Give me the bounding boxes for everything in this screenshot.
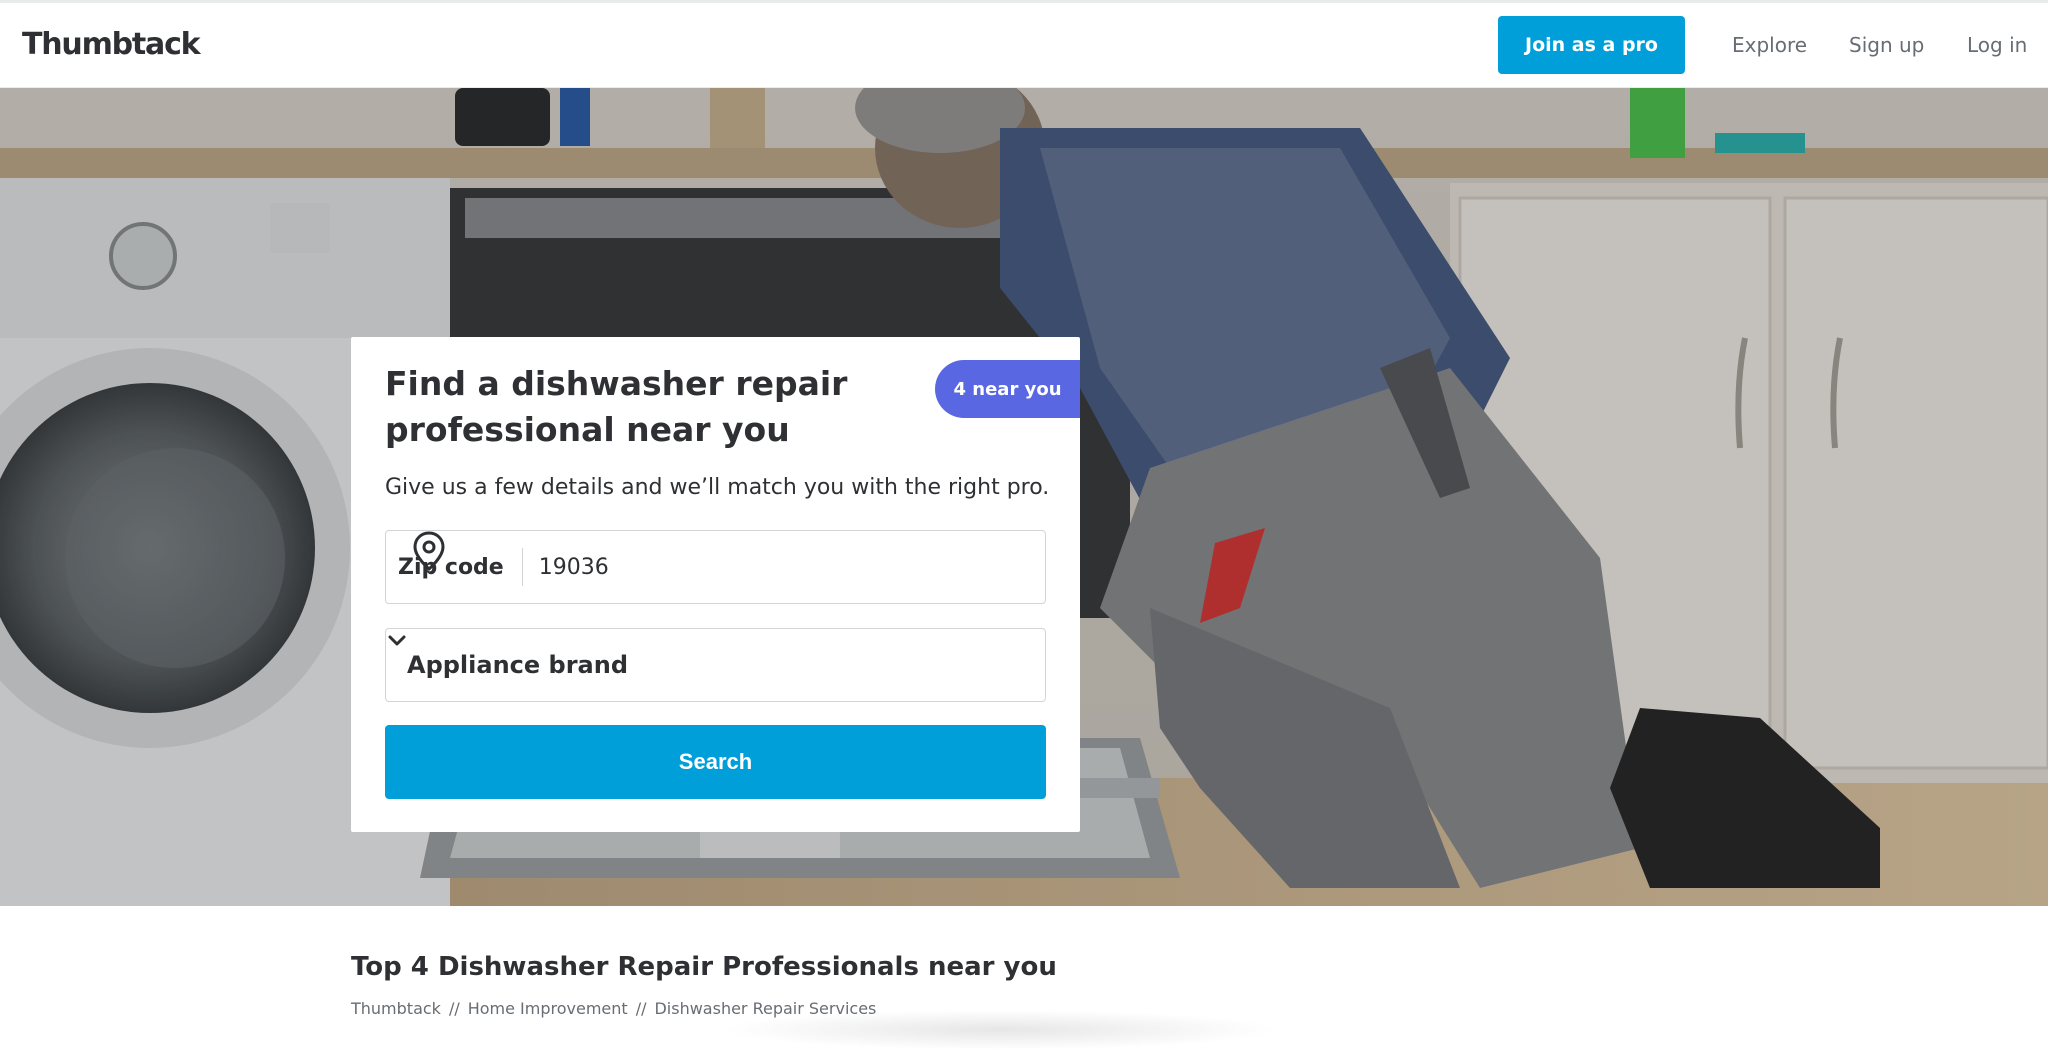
zip-code-input[interactable]: 19036 — [539, 555, 609, 580]
map-pin-icon — [413, 531, 445, 571]
site-header: Thumbtack Join as a pro Explore Sign up … — [0, 3, 2048, 88]
appliance-brand-select[interactable]: Appliance brand — [385, 628, 1046, 702]
nav-explore-link[interactable]: Explore — [1732, 33, 1807, 57]
hero-banner: Find a dishwasher repair professional ne… — [0, 88, 2048, 906]
zip-divider — [521, 548, 523, 586]
logo-text: Thumbtack — [22, 27, 201, 62]
card-title: Find a dishwasher repair professional ne… — [385, 364, 848, 449]
near-you-badge: 4 near you — [935, 360, 1080, 418]
appliance-brand-label: Appliance brand — [407, 651, 629, 679]
breadcrumb-thumbtack[interactable]: Thumbtack — [351, 999, 441, 1018]
card-subtitle: Give us a few details and we’ll match yo… — [385, 475, 1050, 500]
breadcrumb-separator: // — [635, 999, 647, 1018]
breadcrumb-dishwasher-repair[interactable]: Dishwasher Repair Services — [654, 999, 876, 1018]
nav-login-link[interactable]: Log in — [1967, 33, 2027, 57]
breadcrumb-separator: // — [448, 999, 460, 1018]
join-as-pro-button[interactable]: Join as a pro — [1498, 16, 1685, 74]
search-card: Find a dishwasher repair professional ne… — [351, 337, 1080, 832]
zip-code-field[interactable]: Zip code 19036 — [385, 530, 1046, 604]
breadcrumb-home-improvement[interactable]: Home Improvement — [468, 999, 628, 1018]
chevron-down-icon — [388, 635, 406, 646]
nav-signup-link[interactable]: Sign up — [1849, 33, 1924, 57]
breadcrumb: Thumbtack // Home Improvement // Dishwas… — [351, 999, 876, 1018]
thumbtack-logo[interactable]: Thumbtack — [22, 27, 201, 62]
results-title: Top 4 Dishwasher Repair Professionals ne… — [351, 952, 1057, 982]
search-button[interactable]: Search — [385, 725, 1046, 799]
